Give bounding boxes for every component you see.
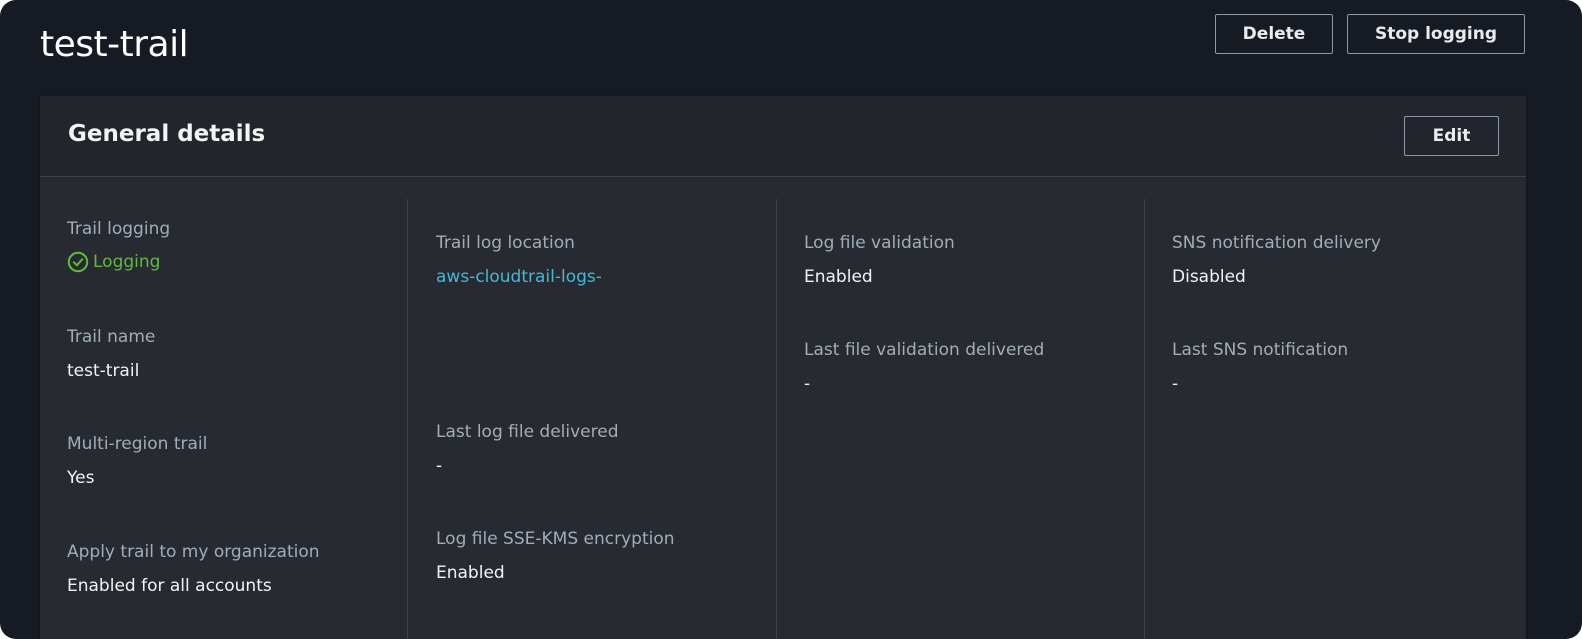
field-label: SNS notification delivery [1172, 233, 1381, 253]
page-title: test-trail [40, 24, 189, 65]
field-label: Log file SSE-KMS encryption [436, 529, 675, 549]
field-value: - [804, 374, 811, 394]
status-text: Logging [93, 252, 161, 272]
field-label: Last SNS notification [1172, 340, 1349, 360]
field-last-log-file-delivered: Last log file delivered - [436, 421, 619, 477]
field-apply-to-organization: Apply trail to my organization Enabled f… [67, 541, 320, 597]
field-value: Yes [67, 468, 95, 488]
field-label: Multi-region trail [67, 434, 208, 454]
stop-logging-button[interactable]: Stop logging [1347, 14, 1525, 54]
field-trail-logging: Trail logging Logging [67, 218, 170, 273]
field-label: Log file validation [804, 233, 955, 253]
field-multi-region: Multi-region trail Yes [67, 433, 207, 489]
field-value: test-trail [67, 361, 140, 381]
check-circle-icon [67, 251, 89, 273]
edit-button[interactable]: Edit [1404, 116, 1499, 156]
field-sns-notification-delivery: SNS notification delivery Disabled [1172, 232, 1381, 288]
column-divider [776, 199, 777, 639]
field-value: - [436, 456, 443, 476]
field-value: Enabled [804, 267, 873, 287]
field-label: Last file validation delivered [804, 340, 1045, 360]
field-value: Enabled for all accounts [67, 576, 272, 596]
field-value: - [1172, 374, 1179, 394]
field-trail-name: Trail name test-trail [67, 326, 155, 382]
column-divider [407, 199, 408, 639]
field-value: Enabled [436, 563, 505, 583]
general-details-header: General details Edit [40, 96, 1526, 177]
trail-log-location-link[interactable]: aws-cloudtrail-logs- [436, 266, 602, 288]
field-log-file-validation: Log file validation Enabled [804, 232, 955, 288]
field-trail-log-location: Trail log location aws-cloudtrail-logs- [436, 232, 602, 288]
field-value: Disabled [1172, 267, 1246, 287]
column-divider [1144, 199, 1145, 639]
general-details-panel: General details Edit Trail logging Loggi… [40, 96, 1526, 639]
field-label: Trail log location [436, 233, 575, 253]
field-label: Last log file delivered [436, 422, 619, 442]
field-last-file-validation-delivered: Last file validation delivered - [804, 339, 1044, 395]
field-sse-kms-encryption: Log file SSE-KMS encryption Enabled [436, 528, 675, 584]
field-label: Trail name [67, 327, 156, 347]
trail-logging-status: Logging [67, 251, 170, 273]
field-label: Apply trail to my organization [67, 542, 320, 562]
trail-details-page: test-trail Delete Stop logging General d… [0, 0, 1582, 639]
delete-button[interactable]: Delete [1215, 14, 1333, 54]
field-last-sns-notification: Last SNS notification - [1172, 339, 1348, 395]
general-details-title: General details [68, 121, 266, 147]
field-label: Trail logging [67, 219, 171, 239]
